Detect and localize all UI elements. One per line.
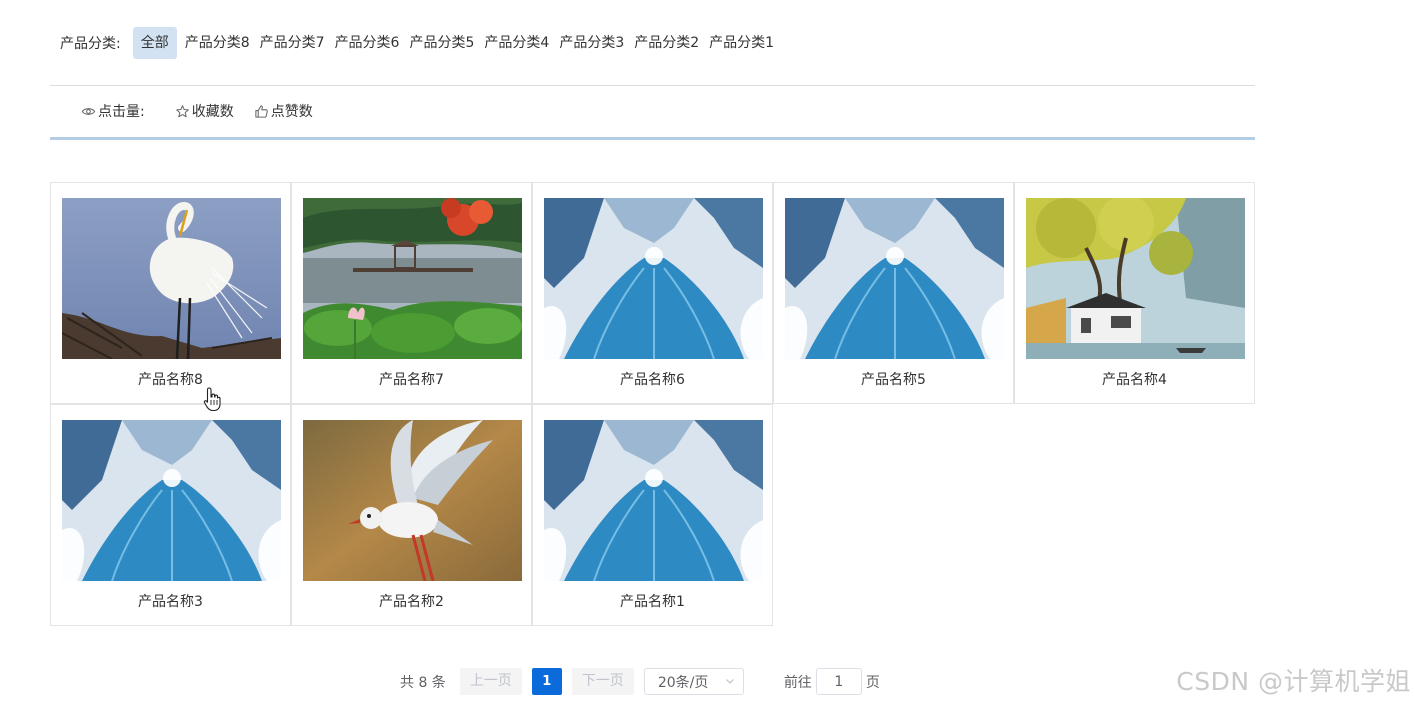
product-card[interactable]: 产品名称5 xyxy=(773,182,1014,404)
chevron-down-icon xyxy=(725,679,734,684)
product-image-blue-art[interactable] xyxy=(544,420,763,581)
category-item-6[interactable]: 产品分类6 xyxy=(331,27,404,59)
sort-bar: 点击量: 收藏数 点赞数 xyxy=(50,98,1255,124)
sort-clicks-label: 点击量: xyxy=(98,104,145,120)
watermark: CSDN @计算机学姐 xyxy=(1176,667,1411,696)
product-name[interactable]: 产品名称8 xyxy=(51,369,290,389)
eye-icon xyxy=(81,107,96,115)
product-card[interactable]: 产品名称8 xyxy=(50,182,291,404)
product-image-egret[interactable] xyxy=(62,198,281,359)
category-item-2[interactable]: 产品分类2 xyxy=(630,27,703,59)
category-item-1[interactable]: 产品分类1 xyxy=(705,27,778,59)
goto-suffix: 页 xyxy=(865,674,880,691)
pagination-total: 共 8 条 xyxy=(400,674,446,691)
goto-page-input[interactable] xyxy=(815,668,862,695)
hand-cursor-icon xyxy=(203,387,221,412)
sort-by-likes[interactable]: 点赞数 xyxy=(254,101,313,121)
page-size-value: 20条/页 xyxy=(657,674,709,691)
product-name[interactable]: 产品名称7 xyxy=(292,369,531,389)
product-card[interactable]: 产品名称4 xyxy=(1014,182,1255,404)
next-page-button[interactable]: 下一页 xyxy=(571,668,634,695)
filter-divider xyxy=(50,85,1255,86)
product-card[interactable]: 产品名称7 xyxy=(291,182,532,404)
product-image-blue-art[interactable] xyxy=(62,420,281,581)
category-label: 产品分类: xyxy=(60,36,121,52)
product-card[interactable]: 产品名称6 xyxy=(532,182,773,404)
page-size-select[interactable]: 20条/页 xyxy=(643,668,744,695)
category-item-7[interactable]: 产品分类7 xyxy=(256,27,329,59)
product-name[interactable]: 产品名称6 xyxy=(533,369,772,389)
category-item-8[interactable]: 产品分类8 xyxy=(181,27,254,59)
category-item-3[interactable]: 产品分类3 xyxy=(555,27,628,59)
product-image-blue-art[interactable] xyxy=(785,198,1004,359)
product-card[interactable]: 产品名称1 xyxy=(532,404,773,626)
sort-likes-label: 点赞数 xyxy=(270,104,313,120)
goto-label: 前往 xyxy=(783,674,812,691)
category-item-all[interactable]: 全部 xyxy=(132,27,177,59)
product-name[interactable]: 产品名称5 xyxy=(774,369,1013,389)
sort-by-clicks[interactable]: 点击量: xyxy=(81,101,145,121)
category-item-4[interactable]: 产品分类4 xyxy=(480,27,553,59)
product-name[interactable]: 产品名称2 xyxy=(292,591,531,611)
product-name[interactable]: 产品名称1 xyxy=(533,591,772,611)
category-item-5[interactable]: 产品分类5 xyxy=(405,27,478,59)
page-number-current[interactable]: 1 xyxy=(531,668,562,695)
product-image-lakeside-house[interactable] xyxy=(1026,198,1245,359)
product-card[interactable]: 产品名称2 xyxy=(291,404,532,626)
product-card[interactable]: 产品名称3 xyxy=(50,404,291,626)
pagination: 共 8 条 上一页 1 下一页 20条/页 前往 页 xyxy=(400,668,880,695)
thumbs-up-icon xyxy=(255,104,268,118)
category-filter-bar: 产品分类: 全部 产品分类8 产品分类7 产品分类6 产品分类5 产品分类4 产… xyxy=(50,26,1255,60)
sort-by-favorites[interactable]: 收藏数 xyxy=(175,101,234,121)
product-image-blue-art[interactable] xyxy=(544,198,763,359)
product-name[interactable]: 产品名称4 xyxy=(1015,369,1254,389)
star-icon xyxy=(175,104,189,117)
product-name[interactable]: 产品名称3 xyxy=(51,591,290,611)
product-image-lotus-pond[interactable] xyxy=(303,198,522,359)
sort-favorites-label: 收藏数 xyxy=(191,104,234,120)
product-image-seagull[interactable] xyxy=(303,420,522,581)
sort-divider xyxy=(50,137,1255,140)
prev-page-button[interactable]: 上一页 xyxy=(459,668,522,695)
